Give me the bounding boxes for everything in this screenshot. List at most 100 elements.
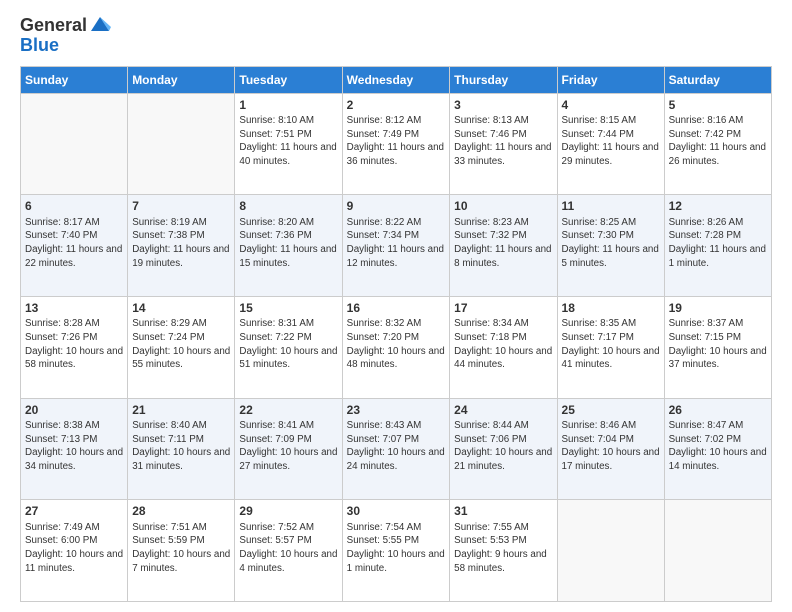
day-number: 15 bbox=[239, 300, 337, 316]
logo: General Blue bbox=[20, 16, 111, 56]
day-number: 5 bbox=[669, 97, 767, 113]
weekday-header-thursday: Thursday bbox=[450, 66, 557, 93]
day-detail: Sunrise: 8:17 AMSunset: 7:40 PMDaylight:… bbox=[25, 216, 123, 271]
calendar-week-5: 27Sunrise: 7:49 AMSunset: 6:00 PMDayligh… bbox=[21, 500, 772, 602]
weekday-header-saturday: Saturday bbox=[664, 66, 771, 93]
calendar-cell: 29Sunrise: 7:52 AMSunset: 5:57 PMDayligh… bbox=[235, 500, 342, 602]
weekday-header-row: SundayMondayTuesdayWednesdayThursdayFrid… bbox=[21, 66, 772, 93]
day-number: 1 bbox=[239, 97, 337, 113]
day-detail: Sunrise: 8:16 AMSunset: 7:42 PMDaylight:… bbox=[669, 114, 767, 169]
calendar-cell: 13Sunrise: 8:28 AMSunset: 7:26 PMDayligh… bbox=[21, 297, 128, 399]
calendar-cell: 30 Sunrise: 7:54 AMSunset: 5:55 PMDayligh… bbox=[342, 500, 450, 602]
calendar-week-2: 6 Sunrise: 8:17 AMSunset: 7:40 PMDaylight… bbox=[21, 195, 772, 297]
calendar-cell: 2Sunrise: 8:12 AMSunset: 7:49 PMDaylight… bbox=[342, 93, 450, 195]
day-detail: Sunrise: 8:20 AMSunset: 7:36 PMDaylight:… bbox=[239, 216, 337, 271]
day-number: 3 bbox=[454, 97, 552, 113]
day-detail: Sunrise: 8:43 AMSunset: 7:07 PMDaylight:… bbox=[347, 419, 446, 474]
day-detail: Sunrise: 8:28 AMSunset: 7:26 PMDaylight:… bbox=[25, 317, 123, 372]
day-detail: Sunrise: 8:31 AMSunset: 7:22 PMDaylight:… bbox=[239, 317, 337, 372]
calendar-week-3: 13Sunrise: 8:28 AMSunset: 7:26 PMDayligh… bbox=[21, 297, 772, 399]
logo-blue-text: Blue bbox=[20, 35, 59, 55]
calendar-cell bbox=[128, 93, 235, 195]
day-number: 19 bbox=[669, 300, 767, 316]
day-number: 9 bbox=[347, 198, 446, 214]
day-detail: Sunrise: 8:25 AMSunset: 7:30 PMDaylight:… bbox=[562, 216, 660, 271]
day-number: 30 bbox=[347, 503, 446, 519]
day-detail: Sunrise: 8:23 AMSunset: 7:32 PMDaylight:… bbox=[454, 216, 552, 271]
calendar-cell: 17Sunrise: 8:34 AMSunset: 7:18 PMDayligh… bbox=[450, 297, 557, 399]
calendar-cell: 27Sunrise: 7:49 AMSunset: 6:00 PMDayligh… bbox=[21, 500, 128, 602]
weekday-header-sunday: Sunday bbox=[21, 66, 128, 93]
day-number: 24 bbox=[454, 402, 552, 418]
day-detail: Sunrise: 7:51 AMSunset: 5:59 PMDaylight:… bbox=[132, 521, 230, 576]
calendar-cell: 19Sunrise: 8:37 AMSunset: 7:15 PMDayligh… bbox=[664, 297, 771, 399]
day-detail: Sunrise: 8:10 AMSunset: 7:51 PMDaylight:… bbox=[239, 114, 337, 169]
day-number: 12 bbox=[669, 198, 767, 214]
calendar-cell: 5Sunrise: 8:16 AMSunset: 7:42 PMDaylight… bbox=[664, 93, 771, 195]
page-header: General Blue bbox=[20, 16, 772, 56]
day-detail: Sunrise: 8:13 AMSunset: 7:46 PMDaylight:… bbox=[454, 114, 552, 169]
calendar-cell bbox=[664, 500, 771, 602]
calendar-cell: 6 Sunrise: 8:17 AMSunset: 7:40 PMDaylight… bbox=[21, 195, 128, 297]
logo-general-text: General bbox=[20, 16, 87, 36]
calendar-cell: 3Sunrise: 8:13 AMSunset: 7:46 PMDaylight… bbox=[450, 93, 557, 195]
calendar-cell: 20Sunrise: 8:38 AMSunset: 7:13 PMDayligh… bbox=[21, 398, 128, 500]
calendar-cell: 12 Sunrise: 8:26 AMSunset: 7:28 PMDayligh… bbox=[664, 195, 771, 297]
day-number: 10 bbox=[454, 198, 552, 214]
day-detail: Sunrise: 8:40 AMSunset: 7:11 PMDaylight:… bbox=[132, 419, 230, 474]
calendar-cell bbox=[21, 93, 128, 195]
calendar-cell: 21Sunrise: 8:40 AMSunset: 7:11 PMDayligh… bbox=[128, 398, 235, 500]
weekday-header-friday: Friday bbox=[557, 66, 664, 93]
day-number: 13 bbox=[25, 300, 123, 316]
day-number: 20 bbox=[25, 402, 123, 418]
day-detail: Sunrise: 8:34 AMSunset: 7:18 PMDaylight:… bbox=[454, 317, 552, 372]
calendar-cell: 24Sunrise: 8:44 AMSunset: 7:06 PMDayligh… bbox=[450, 398, 557, 500]
day-number: 14 bbox=[132, 300, 230, 316]
day-number: 6 bbox=[25, 198, 123, 214]
calendar-week-4: 20Sunrise: 8:38 AMSunset: 7:13 PMDayligh… bbox=[21, 398, 772, 500]
day-number: 18 bbox=[562, 300, 660, 316]
calendar-cell: 8 Sunrise: 8:20 AMSunset: 7:36 PMDaylight… bbox=[235, 195, 342, 297]
calendar-cell: 31 Sunrise: 7:55 AMSunset: 5:53 PMDayligh… bbox=[450, 500, 557, 602]
day-detail: Sunrise: 8:22 AMSunset: 7:34 PMDaylight:… bbox=[347, 216, 446, 271]
logo-icon bbox=[89, 13, 111, 35]
weekday-header-tuesday: Tuesday bbox=[235, 66, 342, 93]
calendar-cell: 7Sunrise: 8:19 AMSunset: 7:38 PMDaylight… bbox=[128, 195, 235, 297]
day-detail: Sunrise: 8:12 AMSunset: 7:49 PMDaylight:… bbox=[347, 114, 446, 169]
weekday-header-monday: Monday bbox=[128, 66, 235, 93]
day-number: 11 bbox=[562, 198, 660, 214]
day-number: 29 bbox=[239, 503, 337, 519]
day-detail: Sunrise: 8:15 AMSunset: 7:44 PMDaylight:… bbox=[562, 114, 660, 169]
calendar-cell bbox=[557, 500, 664, 602]
day-detail: Sunrise: 8:44 AMSunset: 7:06 PMDaylight:… bbox=[454, 419, 552, 474]
day-number: 16 bbox=[347, 300, 446, 316]
calendar-cell: 1Sunrise: 8:10 AMSunset: 7:51 PMDaylight… bbox=[235, 93, 342, 195]
calendar-cell: 9 Sunrise: 8:22 AMSunset: 7:34 PMDaylight… bbox=[342, 195, 450, 297]
day-detail: Sunrise: 8:38 AMSunset: 7:13 PMDaylight:… bbox=[25, 419, 123, 474]
day-number: 28 bbox=[132, 503, 230, 519]
calendar-week-1: 1Sunrise: 8:10 AMSunset: 7:51 PMDaylight… bbox=[21, 93, 772, 195]
calendar-cell: 22Sunrise: 8:41 AMSunset: 7:09 PMDayligh… bbox=[235, 398, 342, 500]
day-number: 31 bbox=[454, 503, 552, 519]
day-detail: Sunrise: 8:46 AMSunset: 7:04 PMDaylight:… bbox=[562, 419, 660, 474]
day-detail: Sunrise: 8:37 AMSunset: 7:15 PMDaylight:… bbox=[669, 317, 767, 372]
weekday-header-wednesday: Wednesday bbox=[342, 66, 450, 93]
calendar-cell: 11 Sunrise: 8:25 AMSunset: 7:30 PMDayligh… bbox=[557, 195, 664, 297]
day-number: 8 bbox=[239, 198, 337, 214]
calendar-cell: 18Sunrise: 8:35 AMSunset: 7:17 PMDayligh… bbox=[557, 297, 664, 399]
day-detail: Sunrise: 8:19 AMSunset: 7:38 PMDaylight:… bbox=[132, 216, 230, 271]
day-detail: Sunrise: 8:41 AMSunset: 7:09 PMDaylight:… bbox=[239, 419, 337, 474]
calendar-cell: 28 Sunrise: 7:51 AMSunset: 5:59 PMDayligh… bbox=[128, 500, 235, 602]
day-detail: Sunrise: 7:54 AMSunset: 5:55 PMDaylight:… bbox=[347, 521, 446, 576]
day-detail: Sunrise: 8:26 AMSunset: 7:28 PMDaylight:… bbox=[669, 216, 767, 271]
day-number: 22 bbox=[239, 402, 337, 418]
day-number: 23 bbox=[347, 402, 446, 418]
day-detail: Sunrise: 8:29 AMSunset: 7:24 PMDaylight:… bbox=[132, 317, 230, 372]
day-detail: Sunrise: 8:47 AMSunset: 7:02 PMDaylight:… bbox=[669, 419, 767, 474]
day-number: 2 bbox=[347, 97, 446, 113]
day-detail: Sunrise: 7:55 AMSunset: 5:53 PMDaylight:… bbox=[454, 521, 552, 576]
day-number: 25 bbox=[562, 402, 660, 418]
day-number: 17 bbox=[454, 300, 552, 316]
day-number: 21 bbox=[132, 402, 230, 418]
day-detail: Sunrise: 8:35 AMSunset: 7:17 PMDaylight:… bbox=[562, 317, 660, 372]
